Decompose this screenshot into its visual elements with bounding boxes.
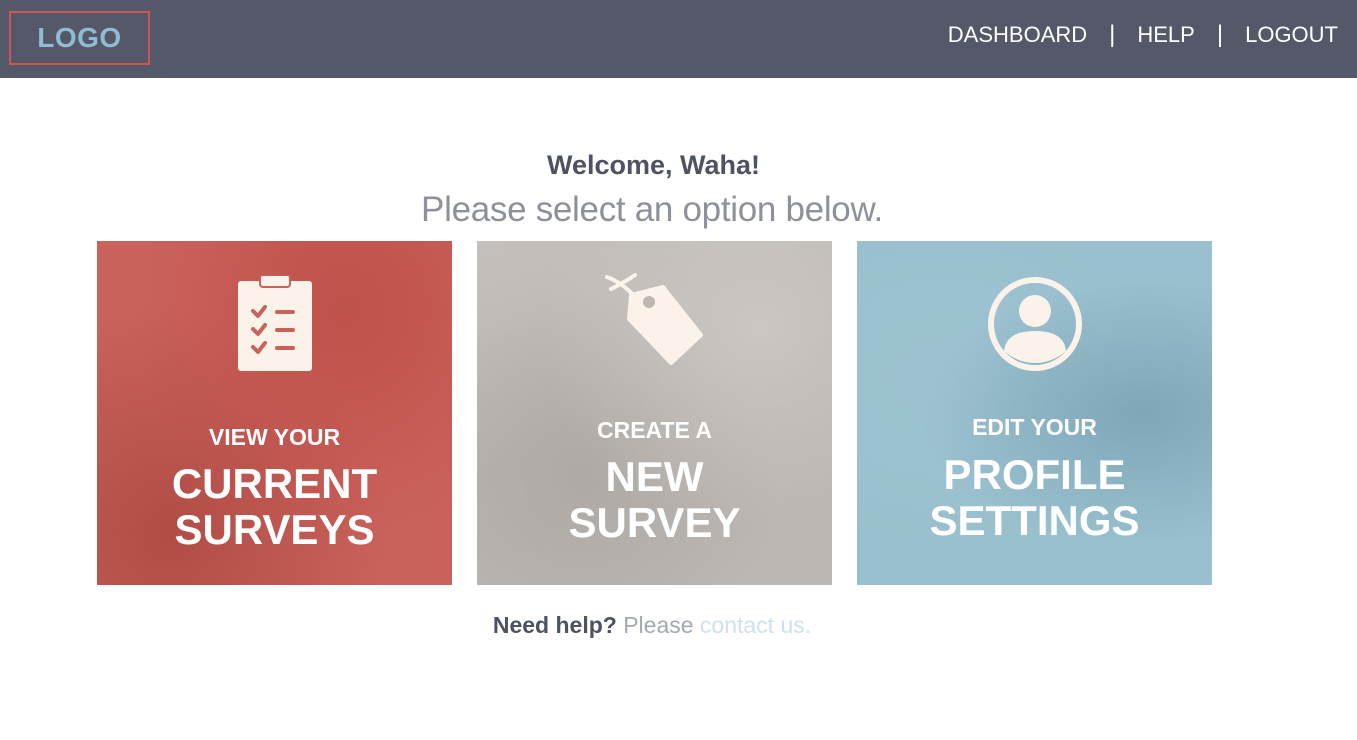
nav-separator: | [1109, 21, 1116, 48]
user-circle-icon [987, 277, 1082, 371]
select-option-subtitle: Please select an option below. [421, 190, 883, 229]
edit-profile-settings-tile[interactable]: EDIT YOUR PROFILE SETTINGS [857, 241, 1212, 585]
nav-separator: | [1216, 21, 1224, 48]
tile-big-label: CURRENT [171, 460, 378, 507]
tile-big-label: PROFILE [943, 451, 1126, 498]
welcome-heading: Welcome, Waha! [546, 150, 761, 180]
nav-help-link[interactable]: HELP [1137, 22, 1194, 48]
tile-small-label: EDIT YOUR [972, 414, 1097, 440]
tile-small-label: CREATE A [597, 417, 712, 443]
need-help-text: Need help? [492, 612, 617, 638]
logo[interactable]: LOGO [9, 11, 150, 65]
tile-big-label: SURVEYS [174, 506, 375, 553]
please-text: Please [623, 612, 694, 638]
create-new-survey-tile[interactable]: CREATE A NEW SURVEY [477, 241, 832, 585]
tile-big-label: SURVEY [568, 499, 741, 546]
nav-dashboard-link[interactable]: DASHBOARD [948, 22, 1087, 48]
tile-big-label: NEW [605, 453, 704, 500]
view-current-surveys-tile[interactable]: VIEW YOUR CURRENT SURVEYS [97, 241, 452, 585]
main-nav: DASHBOARD | HELP | LOGOUT [948, 0, 1338, 70]
contact-us-link[interactable]: contact us. [700, 612, 811, 638]
clipboard-checklist-icon [237, 275, 312, 371]
nav-logout-link[interactable]: LOGOUT [1245, 22, 1338, 48]
tag-icon [604, 273, 703, 365]
tile-small-label: VIEW YOUR [208, 424, 341, 450]
tile-big-label: SETTINGS [929, 497, 1140, 544]
top-navigation-bar: LOGO DASHBOARD | HELP | LOGOUT [0, 0, 1357, 78]
help-footer: Need help? Please contact us. [0, 612, 1304, 639]
